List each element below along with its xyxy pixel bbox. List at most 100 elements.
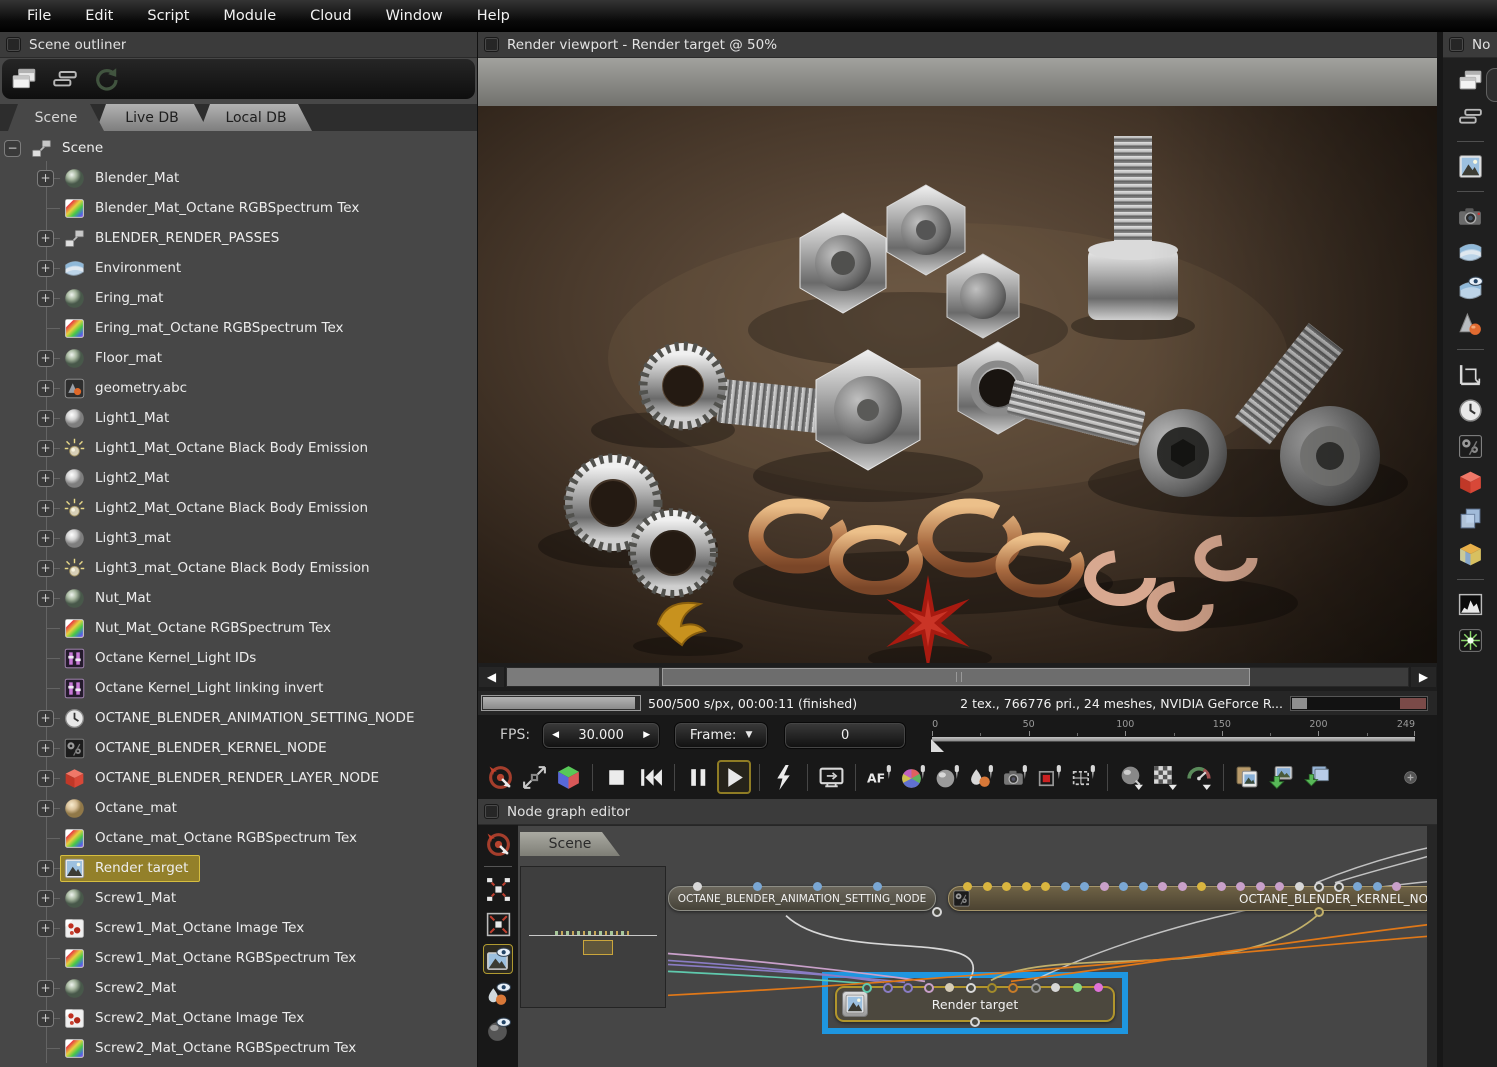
- sphere-eye-button[interactable]: [483, 1014, 513, 1044]
- tree-item[interactable]: +geometry.abc: [0, 373, 477, 403]
- node-input-pin[interactable]: [963, 882, 972, 891]
- expander[interactable]: +: [37, 800, 54, 817]
- tree-item[interactable]: +Screw1_Mat_Octane Image Tex: [0, 913, 477, 943]
- node-input-pin[interactable]: [1314, 882, 1324, 892]
- tree-item[interactable]: +Render target: [0, 853, 477, 883]
- tree-item[interactable]: +BLENDER_RENDER_PASSES: [0, 223, 477, 253]
- tree-item[interactable]: +OCTANE_BLENDER_RENDER_LAYER_NODE: [0, 763, 477, 793]
- recenter-button[interactable]: [483, 829, 513, 859]
- node-input-pin[interactable]: [1373, 882, 1382, 891]
- node-output-pin[interactable]: [932, 907, 942, 917]
- node-input-pin[interactable]: [1236, 882, 1245, 891]
- tree-item[interactable]: +OCTANE_BLENDER_ANIMATION_SETTING_NODE: [0, 703, 477, 733]
- expander[interactable]: +: [37, 230, 54, 247]
- collapse-graph-button[interactable]: [483, 909, 513, 939]
- lightning-button[interactable]: [768, 762, 799, 793]
- expander[interactable]: +: [37, 470, 54, 487]
- timeline-bar[interactable]: [932, 737, 1415, 742]
- scroll-right-button[interactable]: ▶: [1411, 667, 1436, 687]
- panel-pin-checkbox[interactable]: [484, 804, 499, 819]
- tree-item[interactable]: +Light1_Mat_Octane Black Body Emission: [0, 433, 477, 463]
- red-cube-button[interactable]: [1457, 469, 1484, 496]
- flat-window-button[interactable]: [1457, 103, 1484, 130]
- tree-item[interactable]: +Light3_mat_Octane Black Body Emission: [0, 553, 477, 583]
- expander[interactable]: +: [37, 710, 54, 727]
- copy-window-button[interactable]: [10, 65, 38, 93]
- node-input-pin[interactable]: [945, 983, 954, 992]
- node-input-pin[interactable]: [883, 983, 893, 993]
- node-input-pin[interactable]: [862, 983, 872, 993]
- img-eye-button[interactable]: [483, 944, 513, 974]
- node-input-pin[interactable]: [1178, 882, 1187, 891]
- tree-item[interactable]: +Nut_Mat: [0, 583, 477, 613]
- node-output-pin[interactable]: [970, 1017, 980, 1027]
- node-input-pin[interactable]: [1100, 882, 1109, 891]
- fit-button[interactable]: [519, 762, 550, 793]
- environment-button[interactable]: [1457, 239, 1484, 266]
- expander[interactable]: +: [37, 860, 54, 877]
- panel-pin-checkbox[interactable]: [1449, 37, 1464, 52]
- checker-menu-button[interactable]: [1150, 762, 1181, 793]
- menu-file[interactable]: File: [10, 0, 68, 32]
- node-input-pin[interactable]: [1002, 882, 1011, 891]
- menu-script[interactable]: Script: [130, 0, 206, 32]
- copy-window-button[interactable]: [1457, 67, 1484, 94]
- tree-item[interactable]: +Floor_mat: [0, 343, 477, 373]
- tree-item[interactable]: +Screw2_Mat: [0, 973, 477, 1003]
- menu-module[interactable]: Module: [206, 0, 293, 32]
- node-kernel[interactable]: OCTANE_BLENDER_KERNEL_NODE: [948, 886, 1437, 911]
- tree-item[interactable]: Screw2_Mat_Octane RGBSpectrum Tex: [0, 1033, 477, 1063]
- expander[interactable]: +: [37, 350, 54, 367]
- tree-item[interactable]: +Octane_mat: [0, 793, 477, 823]
- node-input-pin[interactable]: [1217, 882, 1226, 891]
- frame-value-field[interactable]: 0: [784, 722, 906, 749]
- copy-img-button[interactable]: [1232, 762, 1263, 793]
- gauge-menu-button[interactable]: [1184, 762, 1215, 793]
- node-input-pin[interactable]: [1119, 882, 1128, 891]
- timeline-ruler[interactable]: 050100150200249: [932, 718, 1415, 752]
- fps-decrement-icon[interactable]: ◀: [552, 730, 559, 740]
- node-input-pin[interactable]: [1139, 882, 1148, 891]
- tree-item[interactable]: Screw1_Mat_Octane RGBSpectrum Tex: [0, 943, 477, 973]
- refresh-button[interactable]: [92, 65, 120, 93]
- node-input-pin[interactable]: [1158, 882, 1167, 891]
- scrollbar-thumb[interactable]: [662, 668, 1250, 686]
- node-input-pin[interactable]: [1008, 983, 1018, 993]
- node-input-pin[interactable]: [813, 882, 822, 891]
- burst-button[interactable]: [1457, 627, 1484, 654]
- color-pick-button[interactable]: [898, 762, 929, 793]
- nodegraph-canvas[interactable]: Scene: [518, 825, 1437, 1067]
- node-animation-settings[interactable]: OCTANE_BLENDER_ANIMATION_SETTING_NODE: [668, 886, 936, 911]
- camera-button[interactable]: [1457, 203, 1484, 230]
- fps-increment-icon[interactable]: ▶: [643, 730, 650, 740]
- expander[interactable]: +: [37, 590, 54, 607]
- expander[interactable]: +: [37, 530, 54, 547]
- pause-button[interactable]: [683, 762, 714, 793]
- scrollbar-track[interactable]: [506, 667, 1409, 687]
- tree-item[interactable]: +Light1_Mat: [0, 403, 477, 433]
- node-input-pin[interactable]: [1334, 882, 1344, 892]
- node-render-target[interactable]: Render target: [835, 986, 1115, 1022]
- node-input-pin[interactable]: [1197, 882, 1206, 891]
- node-input-pin[interactable]: [753, 882, 762, 891]
- node-input-pin[interactable]: [1051, 983, 1060, 992]
- menu-window[interactable]: Window: [369, 0, 460, 32]
- clock-button[interactable]: [1457, 397, 1484, 424]
- expander[interactable]: +: [37, 170, 54, 187]
- save-img-button[interactable]: [1266, 762, 1297, 793]
- geometry-button[interactable]: [1457, 311, 1484, 338]
- tab-live-db[interactable]: Live DB: [96, 104, 208, 131]
- node-input-pin[interactable]: [693, 882, 702, 891]
- node-input-pin[interactable]: [1041, 882, 1050, 891]
- node-input-pin[interactable]: [1022, 882, 1031, 891]
- tree-item[interactable]: +Light3_mat: [0, 523, 477, 553]
- tree-item[interactable]: +Light2_Mat: [0, 463, 477, 493]
- tree-item[interactable]: +OCTANE_BLENDER_KERNEL_NODE: [0, 733, 477, 763]
- node-input-pin[interactable]: [983, 882, 992, 891]
- expander[interactable]: +: [37, 440, 54, 457]
- tree-item[interactable]: +Ering_mat: [0, 283, 477, 313]
- node-input-pin[interactable]: [873, 882, 882, 891]
- tree-item[interactable]: +Blender_Mat: [0, 163, 477, 193]
- tree-item[interactable]: Nut_Mat_Octane RGBSpectrum Tex: [0, 613, 477, 643]
- node-input-pin[interactable]: [924, 983, 934, 993]
